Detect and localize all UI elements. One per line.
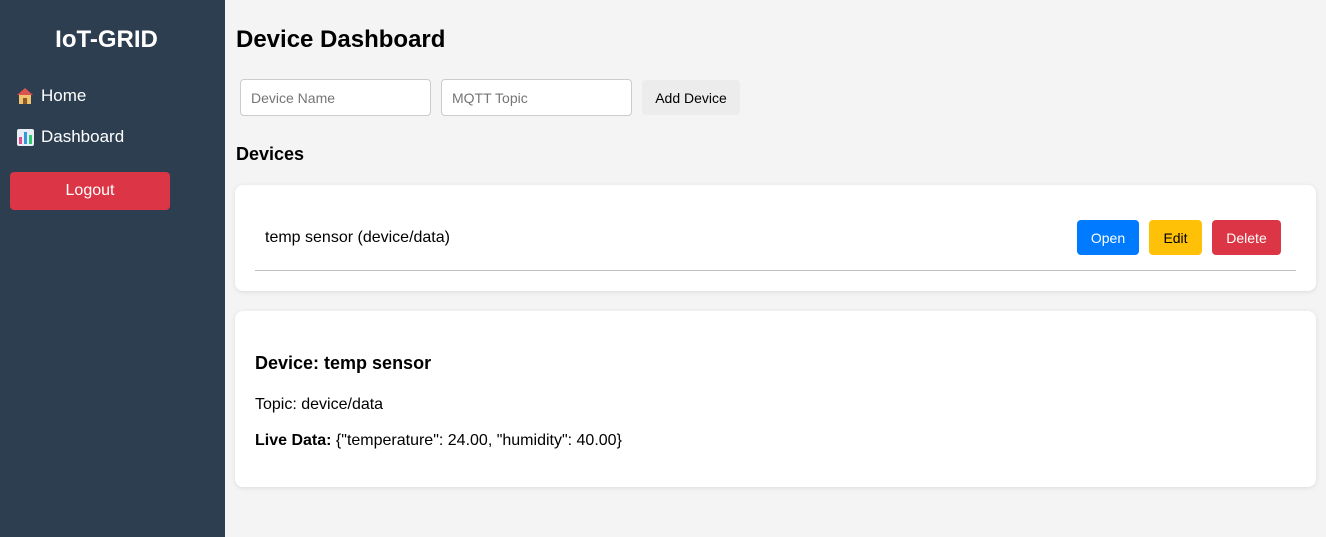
edit-button[interactable]: Edit <box>1149 220 1202 255</box>
app-root: IoT-GRID Home Dashboard Logout Device Da… <box>0 0 1326 537</box>
sidebar-item-dashboard[interactable]: Dashboard <box>17 125 124 149</box>
sidebar: IoT-GRID Home Dashboard Logout <box>0 0 225 537</box>
live-data-line: Live Data: {"temperature": 24.00, "humid… <box>255 431 622 451</box>
device-list-card: temp sensor (device/data) Open Edit Dele… <box>235 185 1316 291</box>
delete-button[interactable]: Delete <box>1212 220 1281 255</box>
mqtt-topic-input[interactable] <box>441 79 632 116</box>
sidebar-item-label: Home <box>41 86 87 105</box>
devices-heading: Devices <box>236 144 305 164</box>
house-icon <box>17 87 34 105</box>
logout-button[interactable]: Logout <box>10 172 170 210</box>
device-name-input[interactable] <box>240 79 431 116</box>
bar-chart-icon <box>17 128 34 146</box>
page-title: Device Dashboard <box>236 26 446 53</box>
add-device-button[interactable]: Add Device <box>642 80 740 115</box>
sidebar-item-label: Dashboard <box>41 127 125 146</box>
live-data-label: Live Data: <box>255 432 332 449</box>
device-detail-title: Device: temp sensor <box>255 353 432 373</box>
live-data-value: {"temperature": 24.00, "humidity": 40.00… <box>331 432 622 449</box>
device-topic-text: Topic: device/data <box>255 396 384 413</box>
open-button[interactable]: Open <box>1077 220 1139 255</box>
device-detail-card: Device: temp sensor Topic: device/data L… <box>235 311 1316 487</box>
brand-title: IoT-GRID <box>55 26 158 53</box>
device-label: temp sensor (device/data) <box>265 229 450 246</box>
list-item: temp sensor (device/data) Open Edit Dele… <box>255 185 1296 271</box>
sidebar-item-home[interactable]: Home <box>17 84 86 108</box>
